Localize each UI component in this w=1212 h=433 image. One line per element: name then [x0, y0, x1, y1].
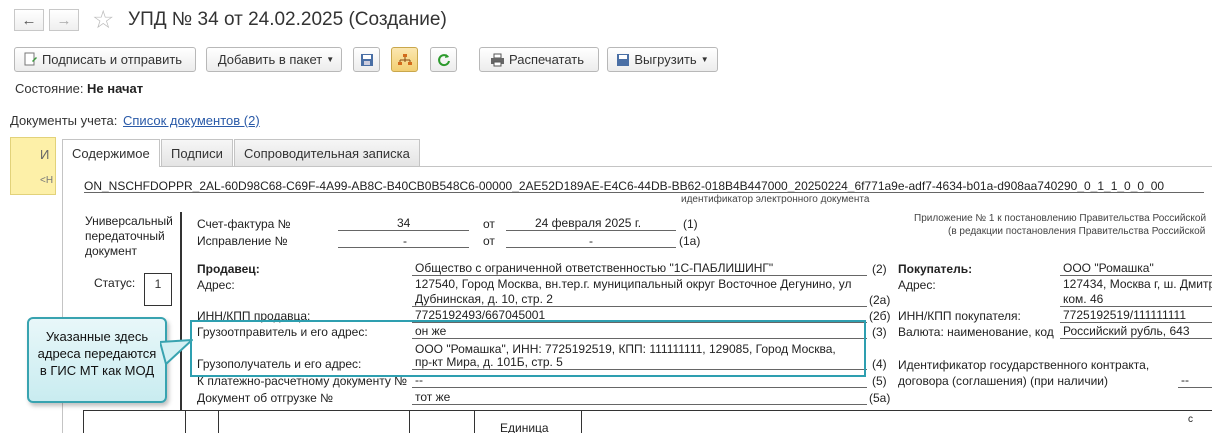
- status-label: Статус:: [94, 276, 136, 290]
- annex-text: Приложение № 1 к постановлению Правитель…: [914, 213, 1207, 224]
- table-header-unit: Единица: [500, 421, 549, 433]
- buyer-inn-label: ИНН/КПП покупателя:: [898, 309, 1021, 323]
- address-highlight-frame: [190, 320, 866, 377]
- add-to-package-button[interactable]: Добавить в пакет ▼: [206, 47, 342, 72]
- contract-label: Идентификатор государственного контракта…: [898, 358, 1150, 372]
- status-box: 1: [144, 273, 172, 306]
- print-button[interactable]: Распечатать: [479, 47, 599, 72]
- shipment-doc-value: тот же: [415, 390, 451, 404]
- printer-icon: [490, 53, 504, 66]
- tab-signatures[interactable]: Подписи: [161, 139, 233, 166]
- upd-title: Универсальный передаточный документ: [85, 214, 173, 258]
- seller-value: Общество с ограниченной ответственностью…: [415, 261, 774, 275]
- page-title: УПД № 34 от 24.02.2025 (Создание): [128, 9, 447, 30]
- buyer-inn-value: 7725192519/111111111: [1063, 308, 1187, 322]
- dropdown-caret-icon: ▼: [326, 55, 335, 64]
- invoice-number: 34: [397, 216, 411, 230]
- refresh-icon: [437, 53, 450, 66]
- seller-address: 127540, Город Москва, вн.тер.г. муниципа…: [415, 277, 852, 291]
- file-id-caption: идентификатор электронного документа: [681, 194, 870, 205]
- accounting-docs-label: Документы учета:: [10, 113, 118, 128]
- invoice-label: Счет-фактура №: [197, 217, 291, 231]
- tab-content[interactable]: Содержимое: [62, 139, 160, 167]
- accounting-docs-link[interactable]: Список документов (2): [123, 113, 260, 128]
- tab-cover-note[interactable]: Сопроводительная записка: [234, 139, 420, 166]
- dropdown-caret-icon: ▼: [700, 55, 709, 64]
- correction-label: Исправление №: [197, 234, 288, 248]
- divider: [84, 192, 1204, 193]
- back-button[interactable]: ←: [14, 9, 44, 31]
- goods-table-top: [83, 410, 1212, 411]
- floppy-disk-icon: [360, 53, 373, 66]
- state-label: Состояние:: [15, 81, 84, 96]
- sign-send-button[interactable]: Подписать и отправить: [14, 47, 196, 72]
- shipment-doc-label: Документ об отгрузке №: [197, 391, 334, 405]
- favorite-star-icon[interactable]: ☆: [92, 5, 114, 35]
- vertical-separator: [180, 212, 182, 410]
- invoice-date: 24 февраля 2025 г.: [535, 216, 642, 230]
- export-button[interactable]: Выгрузить ▼: [607, 47, 718, 72]
- document-preview: ON_NSCHFDOPPR_2AL-60D98C68-C69F-4A99-AB8…: [62, 166, 1212, 433]
- forward-icon: →: [56, 11, 72, 29]
- refresh-button[interactable]: [430, 47, 457, 72]
- buyer-value: ООО "Ромашка": [1063, 261, 1154, 275]
- hierarchy-icon: [397, 53, 412, 65]
- state-value: Не начат: [87, 81, 144, 96]
- callout-pointer: [160, 339, 193, 365]
- export-disk-icon: [617, 53, 630, 66]
- structure-button[interactable]: [391, 47, 418, 72]
- callout-note: Указанные здесь адреса передаются в ГИС …: [27, 317, 167, 403]
- currency-value: Российский рубль, 643: [1063, 324, 1190, 338]
- back-icon: ←: [21, 11, 37, 29]
- currency-label: Валюта: наименование, код: [898, 325, 1054, 339]
- forward-button[interactable]: →: [49, 9, 79, 31]
- sign-document-icon: [24, 52, 37, 66]
- buyer-address: 127434, Москва г, ш. Дмитр: [1063, 277, 1212, 291]
- seller-label: Продавец:: [197, 262, 260, 276]
- buyer-label: Покупатель:: [898, 262, 973, 276]
- left-info-panel[interactable]: И <Н: [10, 137, 56, 195]
- file-id: ON_NSCHFDOPPR_2AL-60D98C68-C69F-4A99-AB8…: [84, 179, 1165, 193]
- save-button[interactable]: [353, 47, 380, 72]
